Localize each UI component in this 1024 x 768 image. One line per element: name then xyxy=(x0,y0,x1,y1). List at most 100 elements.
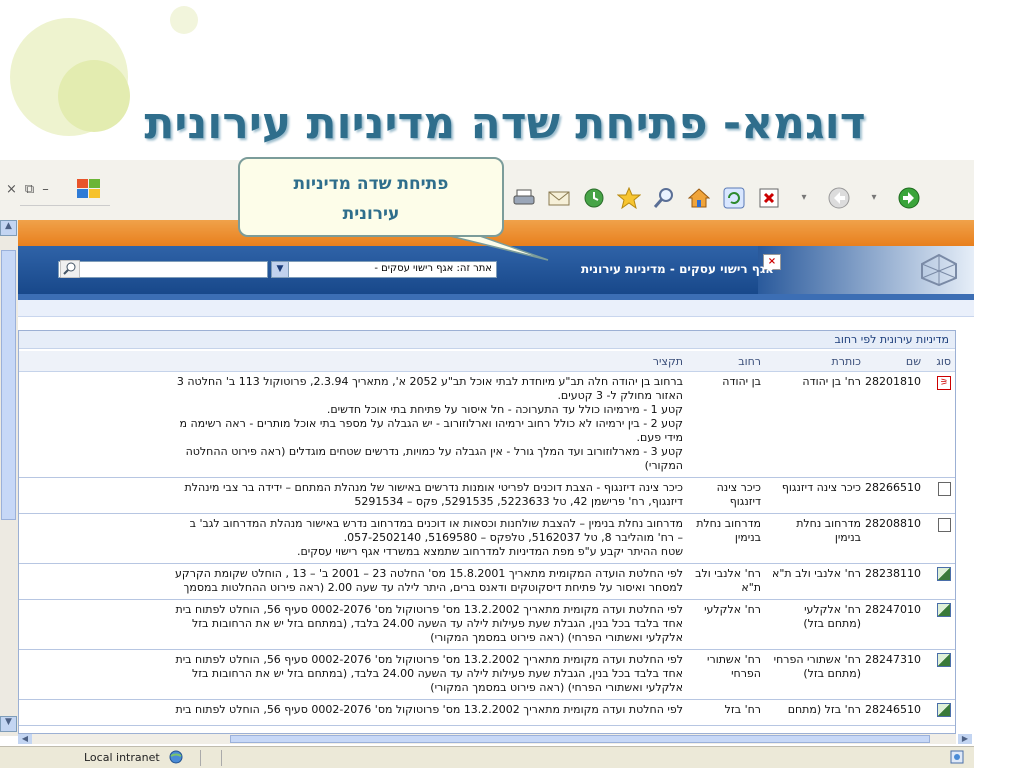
summary-line: לפי החלטת ועדה מקומית מתאריך 13.2.2002 מ… xyxy=(175,653,683,666)
summary-cell: כיכר צינה דיזנגוף - הצבת דוכנים לפריטי א… xyxy=(19,477,687,514)
address-cell: רח' בזל (מתחם xyxy=(765,699,865,726)
table-row[interactable]: 28238110 רח' אלנבי ולב ת"א רח' אלנבי ולב ת… xyxy=(19,563,955,600)
summary-line: מידי פעם. xyxy=(636,431,683,444)
security-zone-label: Local intranet xyxy=(84,751,160,764)
close-icon[interactable]: × xyxy=(6,182,17,197)
summary-line: אחד בלבד בכל בנין, הגבלת שעת פעילות לילה… xyxy=(191,617,683,630)
windows-logo-icon xyxy=(77,179,100,198)
street-cell: רח' אלקלעי xyxy=(687,599,765,650)
callout-box: פתיחת שדה מדיניות עירונית xyxy=(238,157,504,237)
column-header-address[interactable]: כותרת xyxy=(765,351,865,372)
document-link[interactable]: 28246510 xyxy=(865,699,925,726)
scrollbar-thumb[interactable] xyxy=(1,250,16,520)
chevron-down-icon[interactable]: ▼ xyxy=(271,261,289,278)
table-row[interactable]: 28247010 רח' אלקלעי (מתחם בזל) רח' אלקלעי ל… xyxy=(19,599,955,650)
column-header-street[interactable]: רחוב xyxy=(687,351,765,372)
doc-icon[interactable] xyxy=(938,482,951,496)
document-link[interactable]: 28266510 xyxy=(865,477,925,514)
callout-line: פתיחת שדה מדיניות xyxy=(293,174,449,194)
search-icon[interactable] xyxy=(60,260,80,278)
search-icon[interactable] xyxy=(652,186,676,210)
img-icon[interactable] xyxy=(937,603,951,617)
favorites-star-icon[interactable] xyxy=(617,186,641,210)
summary-cell: ברחוב בן יהודה חלה תב"ע מיוחדת לבתי אוכל… xyxy=(19,371,687,478)
history-icon[interactable] xyxy=(582,186,606,210)
scroll-up-button[interactable]: ▲ xyxy=(0,220,17,236)
stop-icon[interactable] xyxy=(757,186,781,210)
type-cell xyxy=(925,649,955,700)
summary-line: אלקלעי ואשתורי הפרחי) (ראה פירוט במסמך ה… xyxy=(430,631,683,644)
doc-icon[interactable] xyxy=(938,518,951,532)
summary-line: כיכר צינה דיזנגוף - הצבת דוכנים לפריטי א… xyxy=(184,481,684,494)
column-header-summary[interactable]: תקציר xyxy=(19,351,687,372)
print-icon[interactable] xyxy=(512,186,536,210)
forward-icon[interactable] xyxy=(827,186,851,210)
table-row[interactable]: 28266510 כיכר צינה דיזנגוף כיכר צינה דיזנג… xyxy=(19,477,955,514)
summary-cell: לפי החלטת ועדה מקומית מתאריך 13.2.2002 מ… xyxy=(19,649,687,700)
document-link[interactable]: 28247010 xyxy=(865,599,925,650)
minimize-icon[interactable]: – xyxy=(42,182,49,197)
summary-cell: לפי החלטת ועדה מקומית מתאריך 13.2.2002 מ… xyxy=(19,599,687,650)
summary-line: דיזנגוף, רח' פרישמן 42, טל 5223633, 5291… xyxy=(354,495,683,508)
document-link[interactable]: 28208810 xyxy=(865,513,925,564)
document-link[interactable]: 28201810 xyxy=(865,371,925,478)
cube-logo-icon xyxy=(921,253,957,287)
mail-icon[interactable] xyxy=(547,186,571,210)
summary-line: קטע 1 - מירמיהו כולל עד התערוכה - חל איס… xyxy=(326,403,683,416)
summary-cell: לפי החלטת הועדה המקומית מתאריך 15.8.2001… xyxy=(19,563,687,600)
summary-line: המקורי) xyxy=(644,459,683,472)
img-icon[interactable] xyxy=(937,567,951,581)
address-cell: רח' אלנבי ולב ת"א xyxy=(765,563,865,600)
street-cell: רח' אשתורי הפרחי xyxy=(687,649,765,700)
restore-icon[interactable]: ⧉ xyxy=(25,182,34,197)
summary-line: ברחוב בן יהודה חלה תב"ע מיוחדת לבתי אוכל… xyxy=(176,375,683,388)
summary-line: לפי החלטת ועדה מקומית מתאריך 13.2.2002 מ… xyxy=(175,603,683,616)
street-cell: בן יהודה xyxy=(687,371,765,478)
street-cell: רח' אלנבי ולב ת"א xyxy=(687,563,765,600)
status-panes xyxy=(200,750,242,766)
document-link[interactable]: 28247310 xyxy=(865,649,925,700)
chevron-down-icon[interactable]: ▾ xyxy=(862,186,886,210)
type-cell xyxy=(925,513,955,564)
panel-title: מדיניות עירונית לפי רחוב xyxy=(19,331,955,349)
page-icon xyxy=(950,750,964,768)
summary-line: לפי החלטת ועדה מקומית מתאריך 13.2.2002 מ… xyxy=(175,703,683,716)
type-cell: ⚞ xyxy=(925,371,955,478)
summary-line: מדרחוב נחלת בנימין – להצבת שולחנות וכסאו… xyxy=(189,517,683,530)
column-header-type[interactable]: סוג xyxy=(925,351,955,372)
table-row[interactable]: 28247310 רח' אשתורי הפרחי (מתחם בזל) רח' א… xyxy=(19,649,955,700)
table-row[interactable]: 28246510 רח' בזל (מתחם רח' בזל לפי החלטת וע… xyxy=(19,699,955,726)
chevron-down-icon[interactable]: ▾ xyxy=(792,186,816,210)
policy-table: סוג שם כותרת רחוב תקציר ⚞ 28201810 רח' בן … xyxy=(19,351,955,726)
address-cell: כיכר צינה דיזנגוף xyxy=(765,477,865,514)
pdf-icon[interactable]: ⚞ xyxy=(937,376,951,390)
street-cell: רח' בזל xyxy=(687,699,765,726)
scrollbar-thumb[interactable] xyxy=(230,735,930,743)
table-row[interactable]: ⚞ 28201810 רח' בן יהודה בן יהודה ברחוב בן יה… xyxy=(19,371,955,478)
home-icon[interactable] xyxy=(687,186,711,210)
toolbar-icons: ▾ ▾ xyxy=(512,186,921,210)
scroll-left-button[interactable]: ◀ xyxy=(18,734,32,744)
type-cell xyxy=(925,477,955,514)
summary-line: שטח ההיתר יקבע ע"פ מפת המדיניות למדרחוב … xyxy=(296,545,683,558)
street-cell: מדרחוב נחלת בנימין xyxy=(687,513,765,564)
document-link[interactable]: 28238110 xyxy=(865,563,925,600)
street-cell: כיכר צינה דיזנגוף xyxy=(687,477,765,514)
column-header-name[interactable]: שם xyxy=(865,351,925,372)
search-input[interactable] xyxy=(58,261,268,278)
refresh-icon[interactable] xyxy=(722,186,746,210)
back-icon[interactable] xyxy=(897,186,921,210)
summary-line: לפי החלטת הועדה המקומית מתאריך 15.8.2001… xyxy=(175,567,683,580)
summary-line: קטע 3 - מארלוזורוב ועד המלך גורל - אין ה… xyxy=(185,445,683,458)
type-cell xyxy=(925,563,955,600)
scroll-right-button[interactable]: ▶ xyxy=(958,734,972,744)
divider xyxy=(18,300,974,317)
img-icon[interactable] xyxy=(937,703,951,717)
img-icon[interactable] xyxy=(937,653,951,667)
summary-line: – רח' מוהליבר 8, טל 5162037, טלפקס – 516… xyxy=(343,531,683,544)
scroll-down-button[interactable]: ▼ xyxy=(0,716,17,732)
status-bar: Local intranet xyxy=(0,746,974,768)
summary-line: אלקלעי ואשתורי הפרחי) (ראה פירוט במסמך ה… xyxy=(430,681,683,694)
table-row[interactable]: 28208810 מדרחוב נחלת בנימין מדרחוב נחלת בנ… xyxy=(19,513,955,564)
summary-line: למסחר ואיסור על פתיחת דיסקוטקים ודאנס בר… xyxy=(183,581,683,594)
